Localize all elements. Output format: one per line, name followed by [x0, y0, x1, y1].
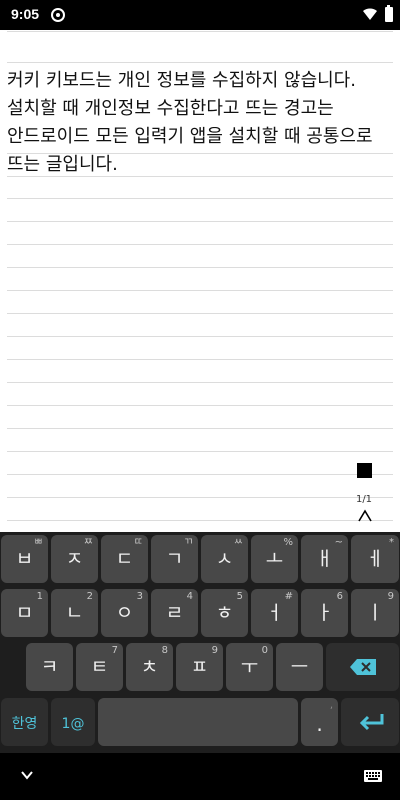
editor-text[interactable]: 커키 키보드는 개인 정보를 수집하지 않습니다. 설치할 때 개인정보 수집한… [7, 67, 397, 179]
key-i[interactable]: ㅣ9 [351, 589, 399, 637]
key-jieut[interactable]: ㅈㅉ [51, 535, 98, 583]
key-u[interactable]: ㅜ0 [226, 643, 273, 691]
key-nieun[interactable]: ㄴ2 [51, 589, 98, 637]
key-ae[interactable]: ㅐ ~ [301, 535, 348, 583]
key-rieul[interactable]: ㄹ4 [151, 589, 198, 637]
stop-icon[interactable] [357, 463, 372, 478]
wifi-icon [363, 8, 377, 20]
key-chieut[interactable]: ㅊ8 [126, 643, 173, 691]
key-ieung[interactable]: ㅇ3 [101, 589, 148, 637]
keyboard: ㅂㅃ ㅈㅉ ㄷㄸ ㄱㄲ ㅅㅆ ㅗ% ㅐ ~ ㅔ * ㅁ1 ㄴ2 ㅇ3 ㄹ4 ㅎ5 ㅓ… [0, 532, 400, 753]
key-eo[interactable]: ㅓ # [251, 589, 298, 637]
text-editor[interactable]: 커키 키보드는 개인 정보를 수집하지 않습니다. 설치할 때 개인정보 수집한… [0, 30, 400, 532]
status-time: 9:05 [11, 6, 40, 22]
battery-icon [385, 5, 393, 22]
key-digeut[interactable]: ㄷㄸ [101, 535, 148, 583]
key-pieup[interactable]: ㅍ9 [176, 643, 223, 691]
key-giyeok[interactable]: ㄱㄲ [151, 535, 198, 583]
key-o-vowel[interactable]: ㅗ% [251, 535, 298, 583]
status-bar: 9:05 [0, 0, 400, 30]
key-kieuk[interactable]: ㅋ [26, 643, 73, 691]
hide-keyboard-icon[interactable] [19, 767, 35, 783]
enter-icon [359, 714, 384, 731]
key-e[interactable]: ㅔ * [351, 535, 399, 583]
symbol-key[interactable]: 1@ [51, 698, 95, 746]
key-a[interactable]: ㅏ6 [301, 589, 348, 637]
key-siot[interactable]: ㅅㅆ [201, 535, 248, 583]
backspace-icon [350, 659, 376, 675]
key-bieup[interactable]: ㅂㅃ [1, 535, 48, 583]
app-notification-icon [51, 8, 65, 22]
language-switch-key[interactable]: 한영 [1, 698, 48, 746]
keyboard-switch-icon[interactable] [364, 770, 382, 782]
key-hieut[interactable]: ㅎ5 [201, 589, 248, 637]
backspace-key[interactable] [326, 643, 399, 691]
enter-key[interactable] [341, 698, 399, 746]
space-key[interactable] [98, 698, 298, 746]
key-mieum[interactable]: ㅁ1 [1, 589, 48, 637]
key-tieut[interactable]: ㅌ7 [76, 643, 123, 691]
key-eu[interactable]: ㅡ [276, 643, 323, 691]
page-indicator: 1/1 [355, 494, 373, 505]
caret-up-icon[interactable] [355, 506, 375, 526]
navigation-bar [0, 753, 400, 800]
period-key[interactable]: ., [301, 698, 338, 746]
